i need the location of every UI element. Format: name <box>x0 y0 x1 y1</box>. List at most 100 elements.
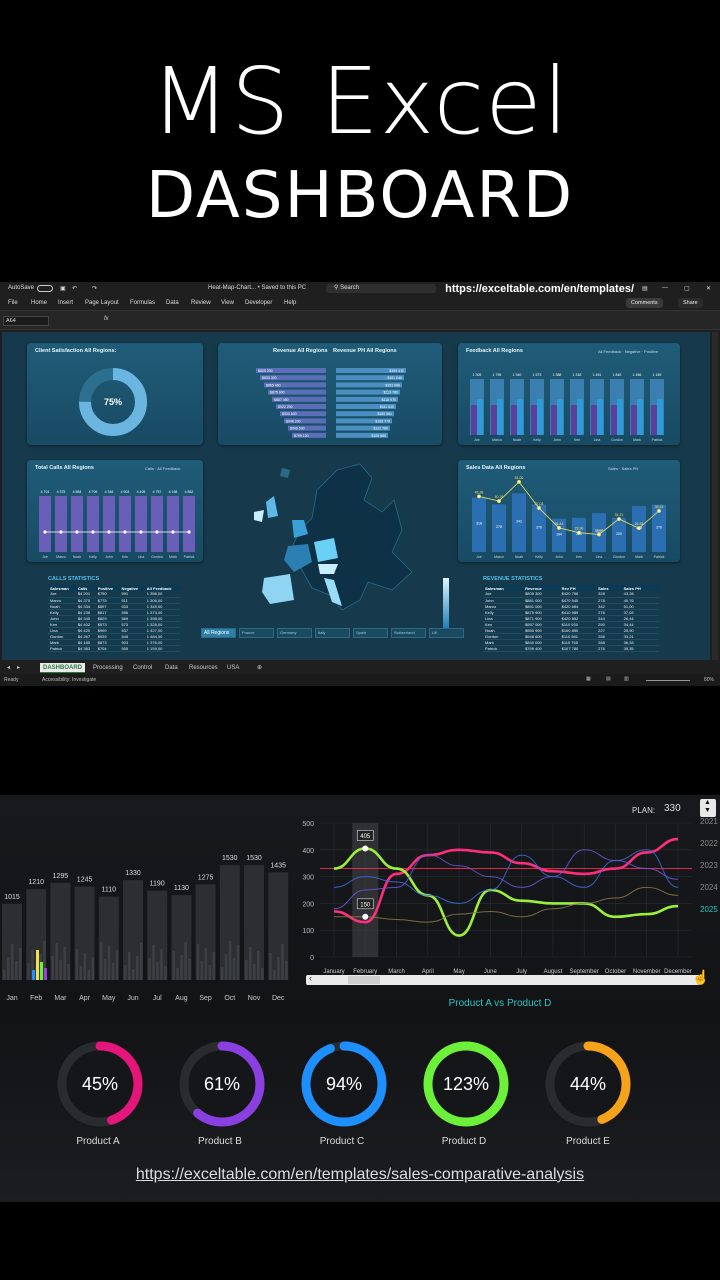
sheet-tab-resources[interactable]: Resources <box>186 663 221 673</box>
close-icon[interactable]: ✕ <box>706 285 711 292</box>
europe-heat-map[interactable] <box>242 460 442 625</box>
feedback-name: Patrick <box>652 438 663 442</box>
page-layout-icon[interactable]: ▤ <box>606 676 611 682</box>
chart-scrollbar[interactable]: ‹ ☝ <box>306 969 709 985</box>
plan-value: 330 <box>664 803 681 814</box>
client-satisfaction-card: Client Satisfaction All Regions: 75% <box>27 343 203 445</box>
sales-ph-point <box>657 508 661 513</box>
share-button[interactable]: Share <box>678 298 703 308</box>
zoom-level[interactable]: 80% <box>704 677 714 683</box>
month-value: 1530 <box>222 855 238 862</box>
month-sub-bar <box>107 946 111 980</box>
region-tab[interactable]: France <box>239 628 274 638</box>
undo-icon[interactable]: ↶ <box>72 285 77 292</box>
month-sub-bar <box>83 953 87 980</box>
fx-icon[interactable]: fx <box>104 316 109 322</box>
ribbon-display-icon[interactable]: ▤ <box>642 285 648 292</box>
year-option[interactable]: 2023 <box>700 861 718 870</box>
sheet-tab-control[interactable]: Control <box>130 663 155 673</box>
accessibility-status[interactable]: Accessibility: Investigate <box>42 677 96 683</box>
menu-home[interactable]: Home <box>31 300 47 306</box>
annotation-point <box>362 913 369 920</box>
month-value: 1130 <box>174 885 189 892</box>
search-box[interactable]: ⚲ Search <box>326 284 436 293</box>
region-tab[interactable]: Switzerland <box>391 628 426 638</box>
region-tab[interactable]: Germany <box>277 628 312 638</box>
zoom-slider[interactable] <box>646 680 690 681</box>
feedback-positive-bar <box>517 399 523 435</box>
template-url[interactable]: https://exceltable.com/en/templates/ <box>445 282 634 296</box>
region-tab[interactable]: Italy <box>315 628 350 638</box>
revenue-card: Revenue All Regions Revenue PH All Regio… <box>218 343 442 445</box>
template-link[interactable]: https://exceltable.com/en/templates/sale… <box>0 1166 720 1184</box>
sales-name: John <box>555 555 563 559</box>
comments-button[interactable]: Comments <box>626 298 663 308</box>
menu-view[interactable]: View <box>221 300 234 306</box>
month-label: Jul <box>153 995 162 1002</box>
sheet-tab-data[interactable]: Data <box>162 663 181 673</box>
product-e-label: Product E <box>566 1136 610 1147</box>
feedback-value: 1 795 <box>493 373 502 377</box>
feedback-value: 1 318 <box>573 373 582 377</box>
menu-developer[interactable]: Developer <box>245 300 272 306</box>
sales-bar-label: 342 <box>516 520 522 524</box>
next-sheet-icon[interactable]: ▸ <box>14 663 23 673</box>
region-tab[interactable]: All Regions <box>201 628 236 638</box>
page-break-icon[interactable]: ▥ <box>624 676 629 682</box>
month-value: 1190 <box>150 881 165 888</box>
year-option[interactable]: 2025 <box>700 905 718 914</box>
revenue-bar-label: $809 300 <box>258 369 273 373</box>
menu-review[interactable]: Review <box>191 300 211 306</box>
prev-sheet-icon[interactable]: ◂ <box>4 663 13 673</box>
redo-icon[interactable]: ↷ <box>92 285 97 292</box>
month-sub-bar <box>172 951 175 980</box>
restore-icon[interactable]: ▢ <box>684 285 690 292</box>
feedback-positive-bar <box>577 399 583 435</box>
calls-name: Mark <box>169 555 177 559</box>
add-sheet-icon[interactable]: ⊕ <box>254 663 265 673</box>
month-label: Nov <box>248 995 261 1002</box>
month-sub-bar <box>3 970 6 980</box>
menu-formulas[interactable]: Formulas <box>130 300 155 306</box>
month-sub-bar <box>269 953 272 980</box>
feedback-value: 1 305 <box>473 373 482 377</box>
feedback-name: Marco <box>492 438 502 442</box>
year-spinner[interactable]: ▲ ▼ <box>700 799 716 817</box>
save-icon[interactable]: ▣ <box>60 285 66 292</box>
sheet-tab-processing[interactable]: Processing <box>90 663 126 673</box>
month-sub-bar <box>67 964 70 980</box>
feedback-negative-bar <box>551 405 557 435</box>
spin-up-icon[interactable]: ▲ <box>704 799 711 806</box>
sales-name: Patrick <box>654 555 665 559</box>
annotation-value: 150 <box>360 902 371 908</box>
product-line-chart[interactable]: 0100200300400500January February March Apri… <box>296 815 706 1015</box>
sheet-tab-usa[interactable]: USA <box>224 663 242 673</box>
month-sub-bar <box>55 943 58 980</box>
annotation-value: 405 <box>360 834 371 840</box>
menu-file[interactable]: File <box>8 300 18 306</box>
autosave-toggle[interactable] <box>37 285 53 292</box>
calls-name: Gordon <box>151 555 163 559</box>
minimize-icon[interactable]: — <box>662 285 668 291</box>
revenue-bar-label: $799 100 <box>294 434 309 438</box>
region-tab[interactable]: Spain <box>353 628 388 638</box>
menu-insert[interactable]: Insert <box>58 300 73 306</box>
revenue-bar-label: $930 600 <box>282 412 297 416</box>
year-option[interactable]: 2021 <box>700 817 718 826</box>
spin-down-icon[interactable]: ▼ <box>704 807 711 814</box>
region-tab[interactable]: UK <box>429 628 464 638</box>
vertical-scrollbar[interactable] <box>712 332 718 660</box>
sheet-tab-dashboard[interactable]: DASHBOARD <box>40 663 85 673</box>
name-box[interactable]: A64 <box>3 316 49 326</box>
scroll-left-icon[interactable]: ‹ <box>309 973 312 983</box>
month-sub-bar <box>232 958 236 980</box>
month-sub-bar <box>19 948 22 980</box>
year-option[interactable]: 2022 <box>700 839 718 848</box>
menu-data[interactable]: Data <box>166 300 179 306</box>
month-sub-bar <box>236 945 240 980</box>
normal-view-icon[interactable]: ▦ <box>586 676 591 682</box>
scroll-thumb[interactable] <box>348 976 380 984</box>
menu-help[interactable]: Help <box>284 300 296 306</box>
year-option[interactable]: 2024 <box>700 883 718 892</box>
menu-page-layout[interactable]: Page Layout <box>85 300 119 306</box>
